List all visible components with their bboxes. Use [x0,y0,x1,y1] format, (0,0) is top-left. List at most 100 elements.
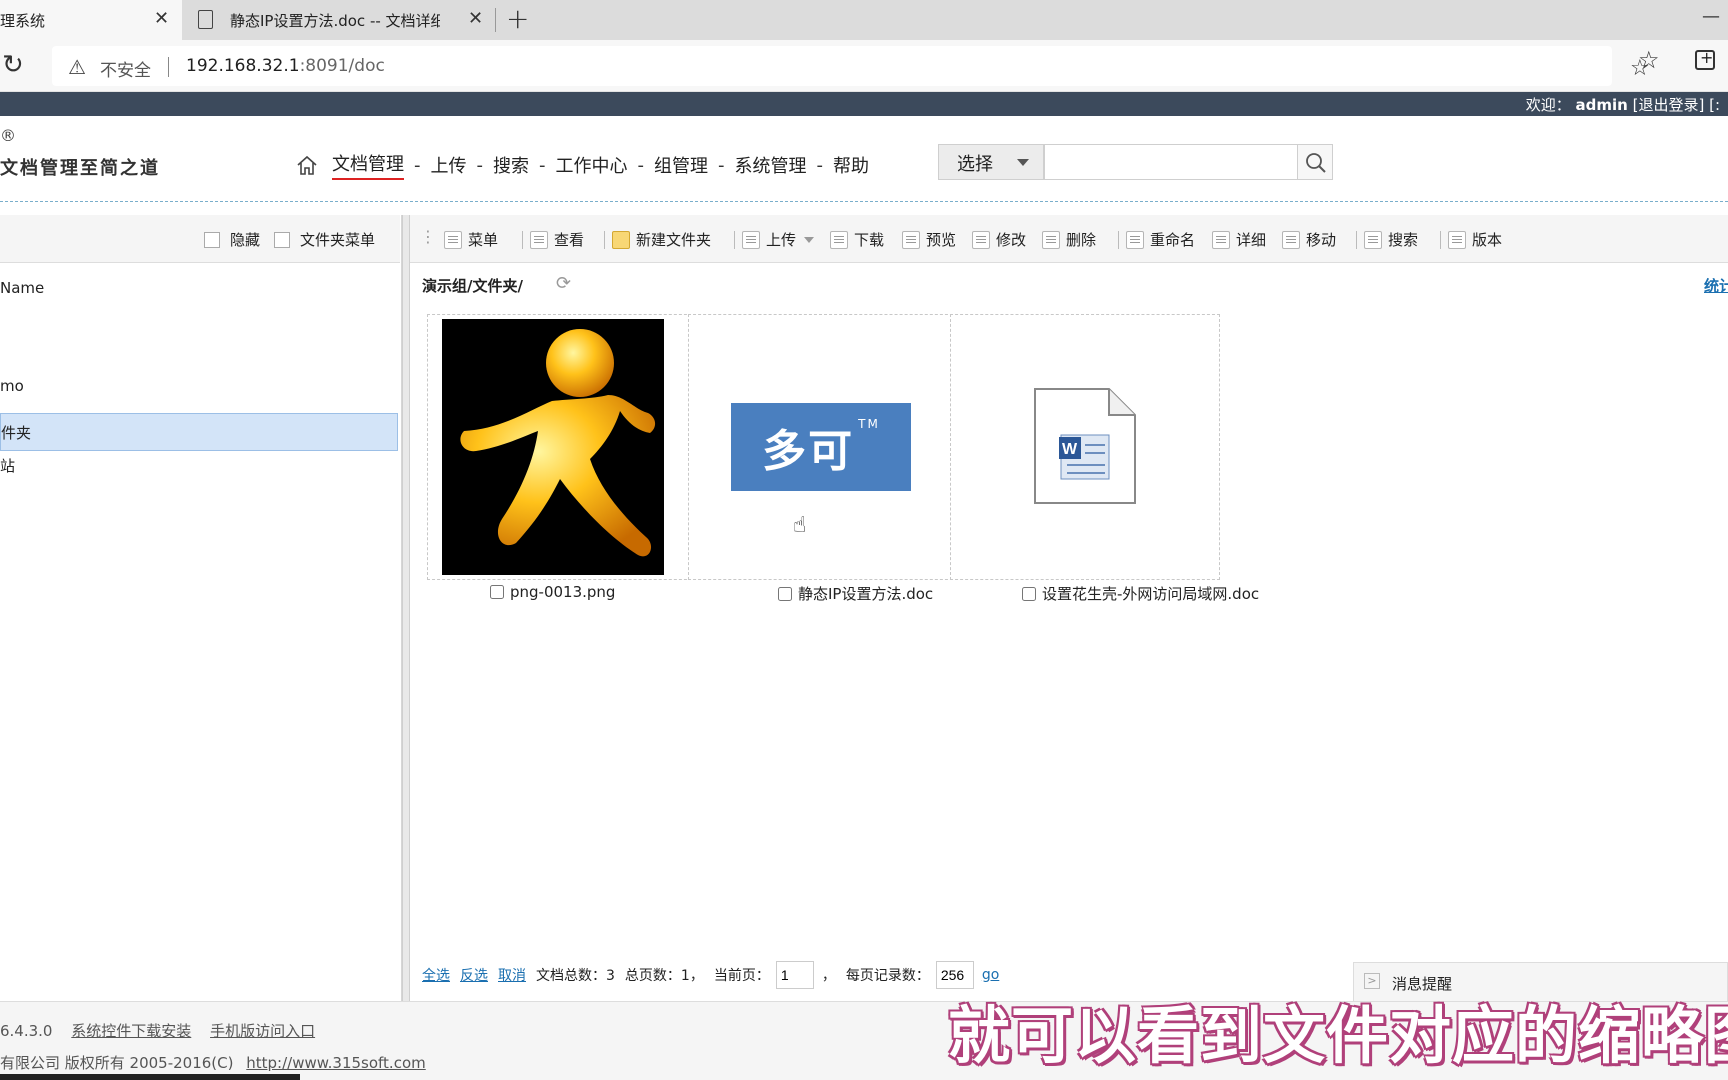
delete-icon [1042,230,1060,249]
browser-tab-doc[interactable]: 静态IP设置方法.doc -- 文档详细( ✕ [186,0,492,40]
app-top-bar: 欢迎： admin [退出登录] [: [0,92,1728,116]
nav-separator: - [718,154,725,176]
nav-separator: - [637,154,645,176]
nav-separator: - [414,154,421,176]
tree-item[interactable]: 站 [0,447,398,485]
nav-work-center[interactable]: 工作中心 [556,152,628,178]
preview-button[interactable]: 预览 [902,229,956,250]
nav-search[interactable]: 搜索 [493,152,529,178]
mobile-entry-link[interactable]: 手机版访问入口 [210,1022,315,1040]
minimize-button[interactable]: — [1702,6,1720,27]
select-all-link[interactable]: 全选 [422,965,450,985]
details-button[interactable]: 详细 [1212,229,1266,250]
file-card[interactable] [427,314,697,580]
file-checkbox[interactable] [778,586,792,601]
nav-doc-management[interactable]: 文档管理 [332,150,404,180]
copyright-text: 有限公司 版权所有 2005-2016(C) [0,1054,234,1072]
pagination-bar: 全选 反选 取消 文档总数：3 总页数：1， 当前页： ， 每页记录数： go [422,961,1009,989]
delete-button[interactable]: 删除 [1042,229,1096,250]
toolbar-search-button[interactable]: 搜索 [1364,229,1418,250]
move-button[interactable]: 移动 [1282,229,1336,250]
hide-button[interactable]: 隐藏 [204,229,260,250]
tree-item[interactable]: mo [0,369,398,407]
nav-help[interactable]: 帮助 [833,152,869,178]
rename-label: 重命名 [1150,231,1196,249]
details-icon [1212,230,1230,249]
upload-icon [742,230,760,249]
collections-icon[interactable] [1695,48,1715,70]
new-tab-button[interactable]: + [506,2,529,35]
url-box[interactable]: ⚠ 不安全 192.168.32.1:8091/doc ☆ [52,46,1650,86]
version-button[interactable]: 版本 [1448,229,1502,250]
menu-button[interactable]: 菜单 [444,229,498,250]
invert-selection-link[interactable]: 反选 [460,965,488,985]
security-label[interactable]: 不安全 [100,56,151,81]
favorites-icon[interactable]: ☆ [1638,46,1660,74]
file-card[interactable]: 多可 TM ☝ [688,314,958,580]
toolbar-divider [604,231,605,249]
tab-title: 静态IP设置方法.doc -- 文档详细( [230,11,440,30]
browser-tab-active[interactable]: 理系统 ✕ [0,0,182,40]
folder-menu-button[interactable]: 文件夹菜单 [274,229,375,250]
upload-button[interactable]: 上传 [742,229,815,250]
edit-label: 修改 [996,231,1027,249]
tab-title: 理系统 [0,11,46,30]
pane-splitter[interactable] [402,215,410,1001]
file-name[interactable]: 静态IP设置方法.doc [798,583,933,604]
hide-label: 隐藏 [230,231,261,249]
file-name[interactable]: 设置花生壳-外网访问局域网.doc [1042,583,1259,604]
app-header: ® 文档管理至简之道 文档管理 - 上传 - 搜索 - 工作中心 - 组管理 - 系统管理… [0,116,1728,202]
website-link[interactable]: http://www.315soft.com [246,1054,425,1072]
menu-label: 菜单 [468,231,499,249]
refresh-icon[interactable]: ⟳ [556,273,571,294]
running-man-image [460,329,656,557]
folder-menu-icon [274,231,290,248]
file-label: 设置花生壳-外网访问局域网.doc [1022,583,1259,604]
logo-tagline: 文档管理至简之道 [0,158,160,179]
tree-item-selected[interactable]: 件夹 [0,413,398,451]
current-page-input[interactable] [775,961,814,989]
reload-icon[interactable]: ↻ [2,50,24,80]
close-icon[interactable]: ✕ [468,8,483,29]
new-folder-label: 新建文件夹 [636,231,712,249]
extra-link[interactable]: [: [1709,96,1720,114]
nav-group-management[interactable]: 组管理 [654,152,708,178]
chevron-down-icon[interactable] [804,236,815,243]
close-icon[interactable]: ✕ [154,8,169,29]
file-name[interactable]: png-0013.png [510,583,615,601]
per-page-label: 每页记录数： [845,968,930,984]
file-card[interactable]: W [950,314,1220,580]
logo-text: 多可 [762,426,855,477]
nav-upload[interactable]: 上传 [431,152,467,178]
download-button[interactable]: 下载 [830,229,884,250]
document-icon [198,10,213,29]
plugin-download-link[interactable]: 系统控件下载安装 [71,1022,191,1040]
view-label: 查看 [554,231,585,249]
file-checkbox[interactable] [1022,586,1036,601]
logout-link[interactable]: [退出登录] [1633,96,1705,114]
warning-icon: ⚠ [68,55,86,79]
go-link[interactable]: go [982,967,999,983]
new-folder-button[interactable]: 新建文件夹 [612,229,711,250]
rename-button[interactable]: 重命名 [1126,229,1195,250]
search-button[interactable] [1297,144,1333,180]
folder-menu-label: 文件夹菜单 [300,231,376,249]
cancel-selection-link[interactable]: 取消 [498,965,526,985]
video-subtitle: 就可以看到文件对应的缩略图 [948,999,1728,1072]
home-icon[interactable] [296,154,318,176]
search-type-select[interactable]: 选择 [938,144,1044,180]
svg-text:W: W [1062,441,1078,458]
file-checkbox[interactable] [490,585,504,599]
stats-link[interactable]: 统计 [1704,275,1728,296]
edit-button[interactable]: 修改 [972,229,1026,250]
view-button[interactable]: 查看 [530,229,584,250]
preview-label: 预览 [926,231,957,249]
tree-item[interactable]: Name [0,271,398,309]
url-text[interactable]: 192.168.32.1:8091/doc [186,56,385,76]
search-input[interactable] [1044,144,1298,180]
nav-system-management[interactable]: 系统管理 [735,152,807,178]
toolbar-divider [1118,231,1119,249]
duoke-logo-thumbnail: 多可 TM [731,403,911,491]
footer-links: 6.4.3.0 系统控件下载安装 手机版访问入口 [0,1020,315,1041]
nav-separator: - [539,154,546,176]
